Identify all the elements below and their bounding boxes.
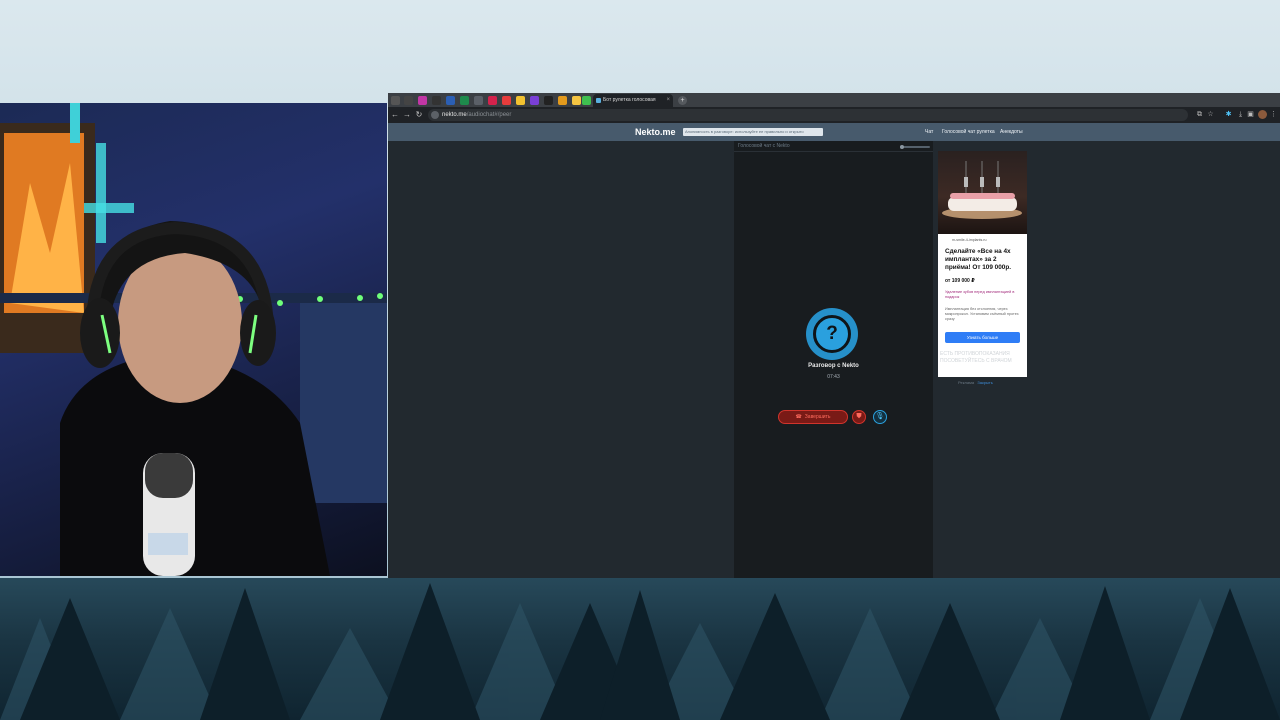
chat-header-title: Голосовой чат с Nekto bbox=[738, 143, 790, 149]
peer-label: Разговор с Nekto bbox=[808, 363, 859, 369]
page-body: Голосовой чат с Nekto ? Разговор с Nekto… bbox=[388, 141, 1280, 578]
ad-domain[interactable]: m-smile-4-implants.ru bbox=[952, 238, 987, 242]
pinned-tab-icon[interactable] bbox=[488, 96, 497, 105]
call-timer: 07:43 bbox=[827, 374, 840, 380]
ad-disclaimer: ЕСТЬ ПРОТИВОПОКАЗАНИЯ ПОСОВЕТУЙТЕСЬ С ВР… bbox=[940, 351, 1012, 364]
pinned-tab-icon[interactable] bbox=[404, 96, 413, 105]
extension-icon[interactable]: ✱ bbox=[1224, 110, 1233, 119]
chat-header: Голосовой чат с Nekto bbox=[734, 141, 933, 152]
report-shield-button[interactable]: ⛊ bbox=[852, 410, 866, 424]
ad-title[interactable]: Сделайте «Все на 4х имплантах» за 2 приё… bbox=[945, 248, 1023, 272]
pinned-tab-icon[interactable] bbox=[530, 96, 539, 105]
voice-chat-panel: Голосовой чат с Nekto ? Разговор с Nekto… bbox=[734, 141, 933, 578]
browser-menu-icon[interactable]: ⋮ bbox=[1269, 110, 1278, 119]
ad-promo: Удаление зубов перед имплантацией в пода… bbox=[945, 290, 1015, 299]
pinned-tab-icon[interactable] bbox=[502, 96, 511, 105]
pinned-tab-icon[interactable] bbox=[460, 96, 469, 105]
pinned-tab-icon[interactable] bbox=[446, 96, 455, 105]
back-arrow-icon[interactable]: ← bbox=[390, 110, 400, 120]
question-mark-icon: ? bbox=[826, 323, 838, 344]
volume-slider[interactable] bbox=[900, 145, 930, 149]
extensions-puzzle-icon[interactable]: ▣ bbox=[1246, 110, 1255, 119]
pinned-tab-icon[interactable] bbox=[474, 96, 483, 105]
reload-icon[interactable]: ↻ bbox=[414, 110, 424, 120]
pinned-tab-icon[interactable] bbox=[391, 96, 400, 105]
address-bar[interactable]: nekto.me/audiochat#/peer bbox=[428, 109, 1188, 121]
bookmark-star-icon[interactable]: ☆ bbox=[1206, 110, 1215, 119]
browser-window: Бот рулетка голосовая × + ← → ↻ nekto.me… bbox=[388, 93, 1280, 578]
advertisement-card[interactable]: m-smile-4-implants.ru Сделайте «Все на 4… bbox=[938, 151, 1027, 377]
tab-strip: Бот рулетка голосовая × + bbox=[388, 93, 1280, 107]
pinned-tab-icon[interactable] bbox=[558, 96, 567, 105]
ad-description: Имплантация без отслоения, через микропр… bbox=[945, 307, 1019, 321]
end-call-button[interactable]: ☎ Завершить bbox=[778, 410, 848, 424]
microphone-button[interactable]: 🎙 bbox=[873, 410, 887, 424]
pinned-tab-icon[interactable] bbox=[516, 96, 525, 105]
forward-arrow-icon[interactable]: → bbox=[402, 110, 412, 120]
active-tab[interactable]: Бот рулетка голосовая × bbox=[593, 94, 673, 107]
navigation-bar: ← → ↻ nekto.me/audiochat#/peer ⧉ ☆ ✱ ⤓ ▣… bbox=[388, 107, 1280, 123]
desktop-wallpaper-forest bbox=[0, 578, 1280, 720]
site-header: Nekto.me Анонимность в разговоре: исполь… bbox=[388, 123, 1280, 141]
nav-link-jokes[interactable]: Анекдоты bbox=[1000, 123, 1023, 141]
site-logo[interactable]: Nekto.me bbox=[635, 123, 676, 141]
volume-knob[interactable] bbox=[900, 145, 904, 149]
pinned-tab-icon[interactable] bbox=[432, 96, 441, 105]
ad-price: от 109 000 ₽ bbox=[945, 278, 975, 284]
ad-image bbox=[938, 151, 1027, 234]
webcam-feed bbox=[0, 103, 387, 576]
hang-up-phone-icon: ☎ bbox=[795, 414, 802, 420]
profile-avatar[interactable] bbox=[1258, 110, 1267, 119]
pinned-tab-icon[interactable] bbox=[544, 96, 553, 105]
nav-link-chat[interactable]: Чат bbox=[925, 123, 933, 141]
pinned-tab-icon[interactable] bbox=[418, 96, 427, 105]
site-info-icon[interactable] bbox=[431, 111, 439, 119]
ad-close-link[interactable]: Закрыть bbox=[977, 380, 992, 385]
url-text: nekto.me/audiochat#/peer bbox=[442, 112, 512, 118]
pinned-tab-icon[interactable] bbox=[572, 96, 581, 105]
tab-favicon-icon bbox=[596, 98, 601, 103]
end-call-label: Завершить bbox=[804, 414, 831, 420]
ad-label: Реклама bbox=[958, 380, 975, 385]
translate-icon[interactable]: ⧉ bbox=[1195, 110, 1204, 119]
tab-title: Бот рулетка голосовая bbox=[603, 97, 656, 103]
nav-link-voice-roulette[interactable]: Голосовой чат рулетка bbox=[942, 123, 995, 141]
ad-footer-links: Реклама Закрыть bbox=[958, 380, 993, 385]
close-tab-icon[interactable]: × bbox=[666, 94, 670, 107]
download-icon[interactable]: ⤓ bbox=[1236, 110, 1245, 119]
notice-banner: Анонимность в разговоре: используйте ее … bbox=[683, 128, 823, 136]
new-tab-button[interactable]: + bbox=[678, 96, 687, 105]
peer-avatar: ? bbox=[806, 308, 858, 360]
pinned-tab-icon[interactable] bbox=[582, 96, 591, 105]
ad-learn-more-button[interactable]: Узнать больше bbox=[945, 332, 1020, 343]
